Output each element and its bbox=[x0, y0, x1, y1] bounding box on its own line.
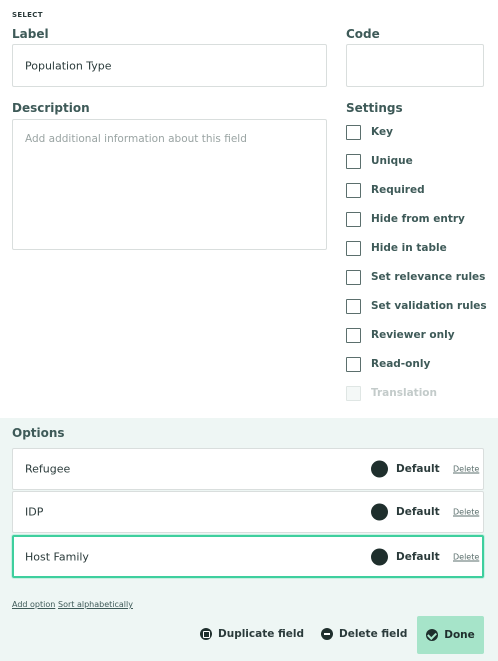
label-heading: Label bbox=[12, 27, 49, 41]
option-color-label[interactable]: Default bbox=[396, 551, 440, 563]
option-row[interactable]: IDP Default Delete bbox=[12, 491, 484, 533]
option-delete-link[interactable]: Delete bbox=[453, 508, 479, 517]
setting-label: Reviewer only bbox=[371, 329, 455, 341]
setting-required[interactable]: Required bbox=[346, 182, 425, 198]
minus-circle-icon bbox=[321, 628, 333, 640]
setting-hide-in-table[interactable]: Hide in table bbox=[346, 240, 447, 256]
setting-reviewer-only[interactable]: Reviewer only bbox=[346, 327, 455, 343]
setting-label: Hide from entry bbox=[371, 213, 465, 225]
checkbox-icon[interactable] bbox=[346, 356, 361, 372]
settings-heading: Settings bbox=[346, 101, 403, 115]
delete-field-label: Delete field bbox=[339, 628, 408, 640]
check-circle-icon bbox=[426, 629, 439, 641]
duplicate-field-label: Duplicate field bbox=[218, 628, 305, 640]
checkbox-icon[interactable] bbox=[346, 182, 361, 198]
setting-label: Read-only bbox=[371, 358, 431, 370]
done-button[interactable]: Done bbox=[417, 616, 484, 654]
option-row-focused[interactable]: Host Family Default Delete bbox=[12, 535, 484, 578]
duplicate-icon bbox=[200, 628, 212, 640]
option-delete-link[interactable]: Delete bbox=[453, 465, 479, 474]
setting-label: Unique bbox=[371, 155, 413, 167]
setting-relevance-rules[interactable]: Set relevance rules bbox=[346, 269, 485, 285]
description-textarea[interactable]: Add additional information about this fi… bbox=[12, 119, 327, 250]
option-delete-link[interactable]: Delete bbox=[453, 552, 479, 561]
setting-hide-from-entry[interactable]: Hide from entry bbox=[346, 211, 465, 227]
option-color-label[interactable]: Default bbox=[396, 506, 440, 518]
option-color-label[interactable]: Default bbox=[396, 463, 440, 475]
color-swatch-icon[interactable] bbox=[371, 503, 388, 521]
setting-label: Set relevance rules bbox=[371, 271, 486, 283]
description-heading: Description bbox=[12, 101, 90, 115]
checkbox-icon bbox=[346, 385, 361, 401]
setting-label: Translation bbox=[371, 387, 437, 399]
color-swatch-icon[interactable] bbox=[371, 460, 388, 478]
sort-alphabetically-link[interactable]: Sort alphabetically bbox=[58, 600, 133, 609]
setting-unique[interactable]: Unique bbox=[346, 153, 413, 169]
duplicate-field-button[interactable]: Duplicate field bbox=[200, 625, 304, 643]
setting-label: Key bbox=[371, 126, 393, 138]
setting-label: Required bbox=[371, 184, 425, 196]
field-type-tag: SELECT bbox=[12, 11, 43, 19]
add-option-link[interactable]: Add option bbox=[12, 600, 55, 609]
checkbox-icon[interactable] bbox=[346, 124, 361, 140]
checkbox-icon[interactable] bbox=[346, 153, 361, 169]
option-name[interactable]: Host Family bbox=[25, 550, 89, 563]
option-name[interactable]: Refugee bbox=[25, 463, 70, 476]
options-heading: Options bbox=[12, 426, 65, 440]
setting-validation-rules[interactable]: Set validation rules bbox=[346, 298, 487, 314]
code-heading: Code bbox=[346, 27, 380, 41]
option-name[interactable]: IDP bbox=[25, 506, 43, 519]
setting-label: Hide in table bbox=[371, 242, 447, 254]
setting-label: Set validation rules bbox=[371, 300, 487, 312]
delete-field-button[interactable]: Delete field bbox=[321, 625, 407, 643]
color-swatch-icon[interactable] bbox=[371, 548, 388, 565]
setting-translation: Translation bbox=[346, 385, 437, 401]
checkbox-icon[interactable] bbox=[346, 327, 361, 343]
checkbox-icon[interactable] bbox=[346, 298, 361, 314]
option-row[interactable]: Refugee Default Delete bbox=[12, 448, 484, 490]
label-input[interactable]: Population Type bbox=[12, 44, 327, 87]
checkbox-icon[interactable] bbox=[346, 269, 361, 285]
setting-read-only[interactable]: Read-only bbox=[346, 356, 430, 372]
checkbox-icon[interactable] bbox=[346, 211, 361, 227]
done-label: Done bbox=[444, 629, 475, 641]
setting-key[interactable]: Key bbox=[346, 124, 393, 140]
description-placeholder: Add additional information about this fi… bbox=[25, 133, 247, 145]
checkbox-icon[interactable] bbox=[346, 240, 361, 256]
code-input[interactable] bbox=[346, 44, 484, 87]
label-input-value: Population Type bbox=[25, 59, 112, 72]
